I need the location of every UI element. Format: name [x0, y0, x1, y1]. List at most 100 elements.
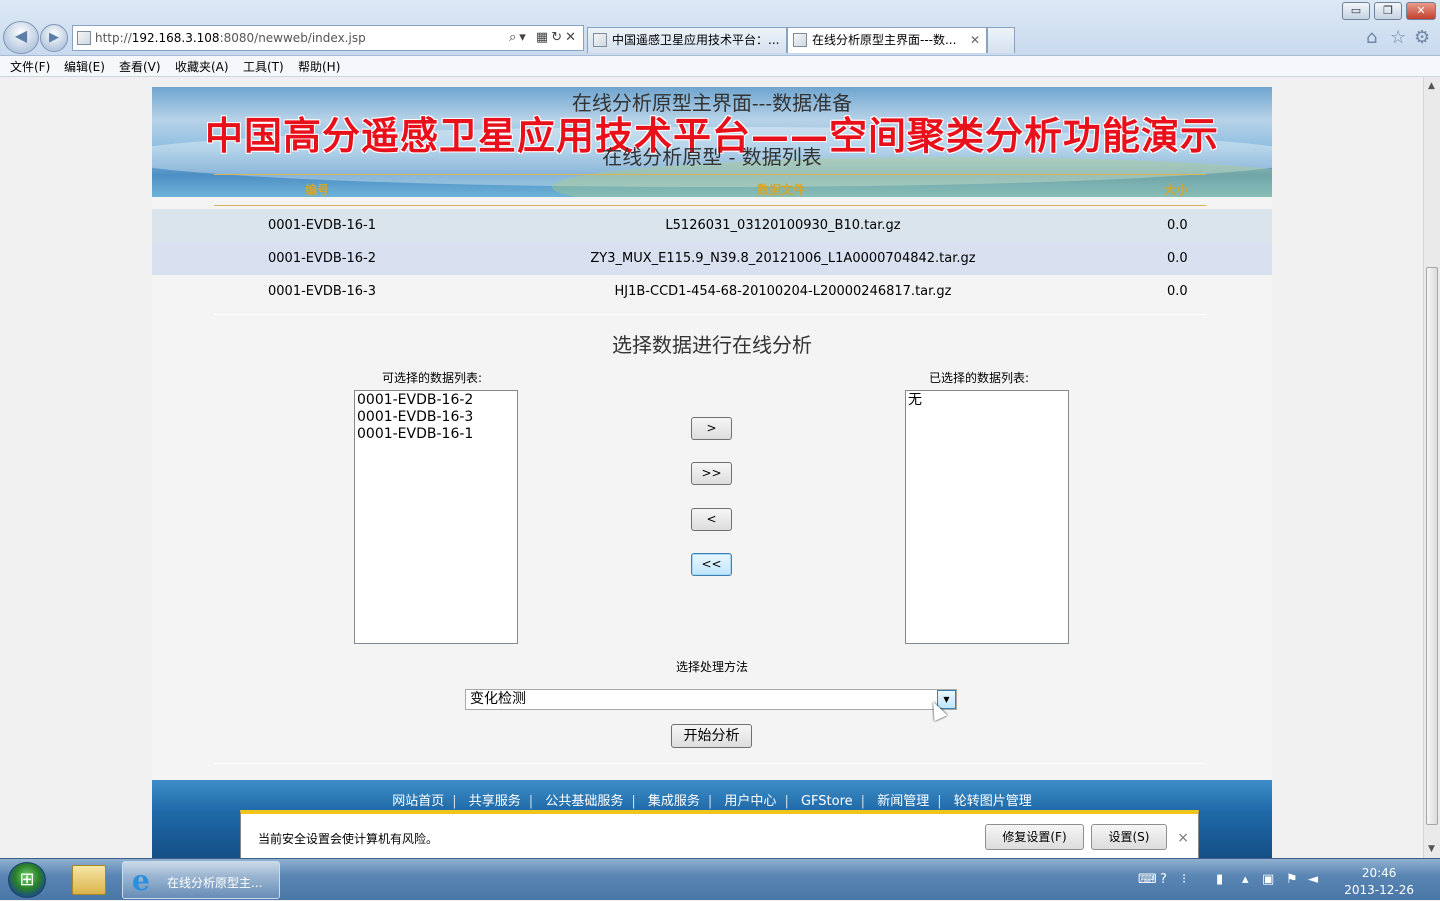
system-tray: ⌨ ? ⁝ ▮ ▴ ▣ ⚑ ◄ 20:46 2013-12-26: [1120, 859, 1440, 901]
menu-favorites[interactable]: 收藏夹(A): [175, 58, 229, 75]
home-icon[interactable]: ⌂: [1366, 27, 1377, 48]
footer-link-home[interactable]: 网站首页: [392, 794, 444, 809]
fix-settings-button[interactable]: 修复设置(F): [985, 824, 1084, 850]
cell-size: 0.0: [1167, 251, 1188, 266]
list-item[interactable]: 0001-EVDB-16-2: [357, 392, 515, 409]
vertical-scrollbar[interactable]: ▲ ▼: [1423, 77, 1440, 858]
footer-separator: |: [452, 794, 457, 809]
star-icon[interactable]: ☆: [1390, 27, 1406, 48]
infobar-message: 当前安全设置会使计算机有风险。: [258, 832, 439, 846]
tab-label: 中国遥感卫星应用技术平台：...: [612, 33, 780, 47]
settings-button[interactable]: 设置(S): [1091, 824, 1167, 850]
minimize-button[interactable]: ▭: [1342, 2, 1370, 20]
column-header-file: 数据文件: [757, 183, 806, 197]
search-icon[interactable]: ⌕▾: [509, 30, 529, 45]
scroll-up-icon[interactable]: ▲: [1428, 81, 1435, 91]
restore-button[interactable]: ❐: [1374, 2, 1402, 20]
start-button[interactable]: ⊞: [8, 862, 46, 898]
table-row: 0001-EVDB-16-3 HJ1B-CCD1-454-68-20100204…: [152, 275, 1272, 308]
footer-separator: |: [784, 794, 789, 809]
clock-time: 20:46: [1361, 866, 1397, 880]
footer-separator: |: [860, 794, 866, 809]
ie-icon: e: [132, 864, 150, 897]
url-path: :8080/newweb/index.jsp: [219, 31, 366, 45]
footer-link-integration[interactable]: 集成服务: [648, 794, 700, 809]
close-window-button[interactable]: ✕: [1406, 2, 1436, 20]
divider: [214, 314, 1206, 315]
cell-file: ZY3_MUX_E115.9_N39.8_20121006_L1A0000704…: [590, 251, 976, 266]
start-analysis-button[interactable]: 开始分析: [671, 724, 752, 748]
footer-separator: |: [528, 794, 534, 809]
volume-muted-icon[interactable]: ◄: [1308, 872, 1318, 887]
menu-edit[interactable]: 编辑(E): [64, 58, 105, 75]
page-content: 中国高分遥感卫星应用技术平台——空间聚类分析功能演示 在线分析原型主界面---数…: [152, 87, 1272, 858]
new-tab-button[interactable]: [987, 27, 1015, 53]
page-favicon-icon: [77, 31, 91, 45]
method-select[interactable]: 变化检测 ▼: [465, 689, 957, 710]
data-list-title: 在线分析原型 - 数据列表: [602, 145, 822, 169]
remove-one-button[interactable]: <: [691, 508, 732, 531]
show-hidden-icons-icon[interactable]: ▴: [1242, 872, 1249, 887]
tab-close-icon[interactable]: ✕: [970, 28, 980, 52]
tab-favicon-icon: [593, 33, 607, 47]
selected-data-listbox[interactable]: 无: [905, 390, 1069, 644]
divider: [214, 763, 1206, 764]
tab-favicon-icon: [793, 33, 807, 47]
address-bar[interactable]: http://192.168.3.108:8080/newweb/index.j…: [72, 25, 584, 51]
list-item[interactable]: 无: [908, 392, 1066, 409]
keyboard-icon[interactable]: ⌨: [1138, 872, 1157, 887]
tab-online-analysis[interactable]: 在线分析原型主界面---数... ✕: [787, 27, 987, 53]
table-header-top-border: [214, 174, 1206, 175]
back-icon[interactable]: ◀: [3, 21, 39, 54]
add-one-button[interactable]: >: [691, 417, 732, 440]
browser-chrome: ◀ ▶ http://192.168.3.108:8080/newweb/ind…: [0, 0, 1440, 56]
remove-all-button[interactable]: <<: [691, 553, 732, 576]
battery-icon[interactable]: ▮: [1216, 872, 1223, 887]
menu-file[interactable]: 文件(F): [10, 58, 50, 75]
footer-link-carousel[interactable]: 轮转图片管理: [954, 794, 1032, 809]
network-icon[interactable]: ▣: [1262, 872, 1274, 887]
footer-link-public[interactable]: 公共基础服务: [545, 794, 623, 809]
cell-file: HJ1B-CCD1-454-68-20100204-L20000246817.t…: [614, 284, 952, 299]
footer-separator: |: [707, 794, 713, 809]
page-title: 在线分析原型主界面---数据准备: [571, 91, 853, 115]
stop-icon[interactable]: ✕: [565, 30, 579, 45]
list-item[interactable]: 0001-EVDB-16-1: [357, 426, 515, 443]
url-prefix: http://: [95, 31, 132, 45]
cell-id: 0001-EVDB-16-3: [268, 284, 377, 299]
menu-tools[interactable]: 工具(T): [243, 58, 284, 75]
ime-options-icon[interactable]: ⁝: [1182, 872, 1186, 887]
close-icon[interactable]: ×: [1177, 830, 1189, 846]
scroll-down-icon[interactable]: ▼: [1428, 844, 1435, 854]
forward-icon[interactable]: ▶: [40, 24, 68, 52]
available-data-listbox[interactable]: 0001-EVDB-16-2 0001-EVDB-16-3 0001-EVDB-…: [354, 390, 518, 644]
footer-link-news[interactable]: 新闻管理: [877, 794, 929, 809]
footer-link-gfstore[interactable]: GFStore: [801, 794, 853, 809]
compat-icon[interactable]: ▦: [536, 30, 551, 45]
clock-date: 2013-12-26: [1344, 883, 1414, 897]
page-viewport: 中国高分遥感卫星应用技术平台——空间聚类分析功能演示 在线分析原型主界面---数…: [0, 77, 1423, 858]
gear-icon[interactable]: ⚙: [1414, 27, 1430, 48]
tab-label: 在线分析原型主界面---数...: [812, 33, 957, 47]
tab-gf-platform[interactable]: 中国遥感卫星应用技术平台：...: [587, 27, 787, 53]
cell-id: 0001-EVDB-16-2: [268, 251, 377, 266]
taskbar-ie-window[interactable]: e 在线分析原型主...: [122, 861, 280, 899]
column-header-size: 大小: [1164, 183, 1189, 197]
menu-view[interactable]: 查看(V): [119, 58, 161, 75]
help-icon[interactable]: ?: [1160, 872, 1167, 887]
clock[interactable]: 20:46 2013-12-26: [1344, 865, 1414, 899]
action-center-icon[interactable]: ⚑: [1286, 872, 1298, 887]
taskbar-window-label: 在线分析原型主...: [167, 876, 263, 890]
url-host: 192.168.3.108: [131, 31, 220, 45]
list-item[interactable]: 0001-EVDB-16-3: [357, 409, 515, 426]
add-all-button[interactable]: >>: [691, 462, 732, 485]
footer-separator: |: [937, 794, 942, 809]
table-row: 0001-EVDB-16-1 L5126031_03120100930_B10.…: [152, 209, 1272, 242]
footer-link-share[interactable]: 共享服务: [469, 794, 521, 809]
selected-list-label: 已选择的数据列表:: [929, 371, 1030, 385]
scrollbar-thumb[interactable]: [1426, 267, 1438, 825]
menu-help[interactable]: 帮助(H): [298, 58, 340, 75]
refresh-icon[interactable]: ↻: [551, 30, 565, 45]
explorer-folder-icon[interactable]: [72, 865, 106, 895]
footer-link-user[interactable]: 用户中心: [724, 794, 776, 809]
